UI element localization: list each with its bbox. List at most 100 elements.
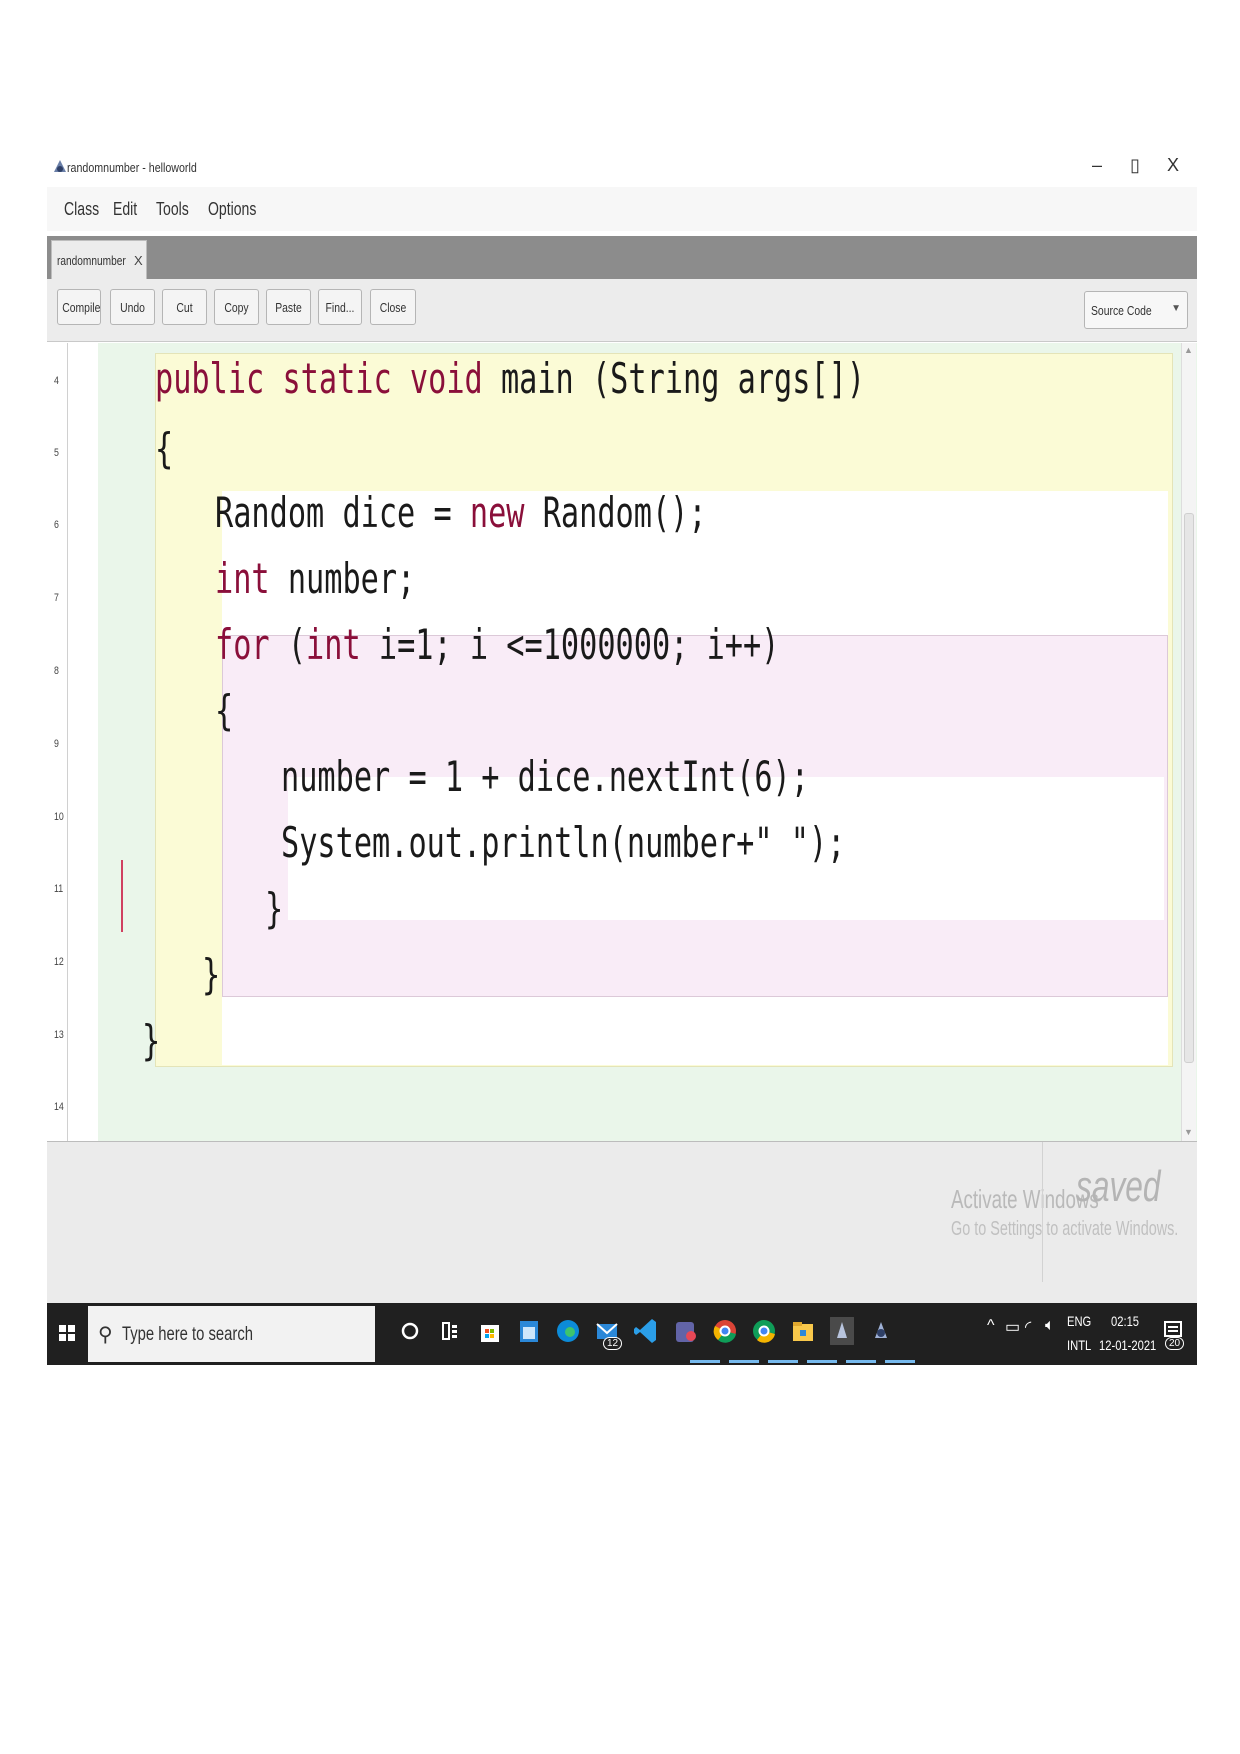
code-text: Random(); — [524, 488, 707, 537]
windows-taskbar: ⚲ Type here to search 12 ^ ▭ ◜ 🔈︎ ENG IN… — [47, 1303, 1197, 1365]
bluej-taskbar-icon[interactable] — [829, 1316, 855, 1346]
title-bar: randomnumber - helloworld – ▯ X — [47, 151, 1197, 185]
minimize-button[interactable]: – — [1083, 155, 1111, 176]
search-placeholder: Type here to search — [122, 1324, 253, 1345]
code-editor[interactable]: 4 5 6 7 8 9 10 11 12 13 14 public static… — [47, 343, 1197, 1141]
running-indicator — [768, 1360, 798, 1363]
vertical-scrollbar[interactable]: ▲ ▼ — [1181, 343, 1196, 1141]
windows-start-icon[interactable] — [51, 1313, 83, 1353]
cut-button[interactable]: Cut — [162, 289, 207, 325]
bluej-project-icon[interactable] — [868, 1316, 894, 1346]
wifi-icon[interactable]: ◜ — [1025, 1317, 1031, 1337]
show-hidden-icons-icon[interactable]: ^ — [987, 1317, 995, 1335]
language-indicator-bottom[interactable]: INTL — [1067, 1337, 1091, 1353]
chevron-down-icon: ▼ — [1171, 303, 1181, 314]
running-indicator — [807, 1360, 837, 1363]
edge-browser-icon[interactable] — [555, 1316, 581, 1346]
tab-label: randomnumber — [57, 253, 126, 268]
close-button[interactable]: Close — [370, 289, 416, 325]
status-divider — [1042, 1142, 1043, 1282]
chrome-profile-icon[interactable] — [751, 1316, 777, 1346]
close-window-button[interactable]: X — [1159, 155, 1187, 176]
chrome-icon[interactable] — [712, 1316, 738, 1346]
keyword: void — [409, 354, 483, 403]
menu-tools[interactable]: Tools — [156, 199, 189, 220]
vscode-icon[interactable] — [633, 1316, 659, 1346]
menu-bar: Class Edit Tools Options — [47, 187, 1197, 231]
running-indicator — [885, 1360, 915, 1363]
line-number: 13 — [54, 1029, 64, 1041]
line-number: 4 — [54, 375, 59, 387]
clock-date[interactable]: 12-01-2021 — [1099, 1337, 1156, 1353]
file-explorer-icon[interactable] — [790, 1316, 816, 1346]
language-indicator-top[interactable]: ENG — [1067, 1313, 1091, 1329]
volume-icon[interactable]: 🔈︎ — [1045, 1317, 1055, 1335]
code-text: Random dice = — [215, 488, 470, 537]
menu-options[interactable]: Options — [208, 199, 256, 220]
notification-count-badge: 20 — [1165, 1337, 1185, 1350]
code-line-10: number = 1 + dice.nextInt(6); — [281, 752, 809, 801]
copy-button[interactable]: Copy — [214, 289, 259, 325]
save-status: saved — [1076, 1162, 1161, 1211]
code-text: i=1; i <=1000000; i++) — [360, 620, 780, 669]
maximize-button[interactable]: ▯ — [1121, 155, 1149, 176]
mail-badge: 12 — [603, 1337, 623, 1350]
taskbar-search-box[interactable]: ⚲ Type here to search — [88, 1306, 375, 1362]
view-mode-value: Source Code — [1091, 303, 1152, 318]
menu-class[interactable]: Class — [64, 199, 99, 220]
find-label: Find... — [325, 300, 355, 315]
compile-button[interactable]: Compile — [57, 289, 101, 325]
tab-close-icon[interactable]: X — [134, 253, 143, 268]
menu-edit[interactable]: Edit — [113, 199, 137, 220]
code-text: number; — [269, 554, 416, 603]
text-cursor — [121, 860, 123, 932]
code-text: main (String args[]) — [482, 354, 866, 403]
code-line-7: int number; — [215, 555, 415, 603]
compile-label: Compile — [62, 300, 101, 315]
store-icon[interactable] — [477, 1316, 503, 1346]
scroll-down-icon[interactable]: ▼ — [1184, 1127, 1193, 1137]
line-number: 12 — [54, 956, 64, 968]
keyword: int — [215, 554, 270, 603]
code-line-4: public static void main (String args[]) — [155, 355, 865, 403]
code-line-13: } — [202, 950, 221, 999]
running-indicator — [690, 1360, 720, 1363]
keyword: int — [306, 620, 361, 669]
keyword: public — [155, 354, 265, 403]
copy-label: Copy — [224, 300, 249, 315]
toolbar: Compile Undo Cut Copy Paste Find... Clos… — [47, 279, 1197, 342]
code-line-11: System.out.println(number+" "); — [281, 818, 846, 867]
cortana-icon[interactable] — [397, 1316, 423, 1346]
app-icon[interactable] — [673, 1316, 699, 1346]
tab-randomnumber[interactable]: randomnumber X — [51, 240, 147, 280]
code-line-14: } — [142, 1016, 161, 1065]
code-line-9: { — [215, 686, 234, 735]
code-line-8: for (int i=1; i <=1000000; i++) — [215, 621, 779, 669]
scrollbar-thumb[interactable] — [1184, 513, 1194, 1063]
keyword: static — [282, 354, 392, 403]
line-number-gutter: 4 5 6 7 8 9 10 11 12 13 14 — [47, 343, 68, 1141]
scroll-up-icon[interactable]: ▲ — [1184, 345, 1193, 355]
calendar-icon[interactable] — [516, 1316, 542, 1346]
close-label: Close — [379, 300, 407, 315]
find-button[interactable]: Find... — [318, 289, 362, 325]
undo-button[interactable]: Undo — [110, 289, 155, 325]
line-number: 9 — [54, 738, 59, 750]
breakpoint-gutter[interactable] — [68, 343, 98, 1141]
keyword: new — [469, 488, 525, 537]
code-text: ( — [269, 620, 307, 669]
view-mode-select[interactable]: Source Code ▼ — [1084, 291, 1188, 329]
line-number: 5 — [54, 447, 59, 459]
code-line-5: { — [155, 424, 174, 473]
clock-time[interactable]: 02:15 — [1111, 1313, 1139, 1329]
line-number: 11 — [54, 883, 64, 895]
status-area: Activate Windows saved Go to Settings to… — [47, 1141, 1197, 1304]
battery-icon[interactable]: ▭ — [1005, 1317, 1020, 1337]
running-indicator — [729, 1360, 759, 1363]
line-number: 7 — [54, 592, 59, 604]
paste-button[interactable]: Paste — [266, 289, 311, 325]
paste-label: Paste — [275, 300, 302, 315]
window-title: randomnumber - helloworld — [67, 160, 197, 175]
running-indicator — [846, 1360, 876, 1363]
task-view-icon[interactable] — [437, 1316, 463, 1346]
